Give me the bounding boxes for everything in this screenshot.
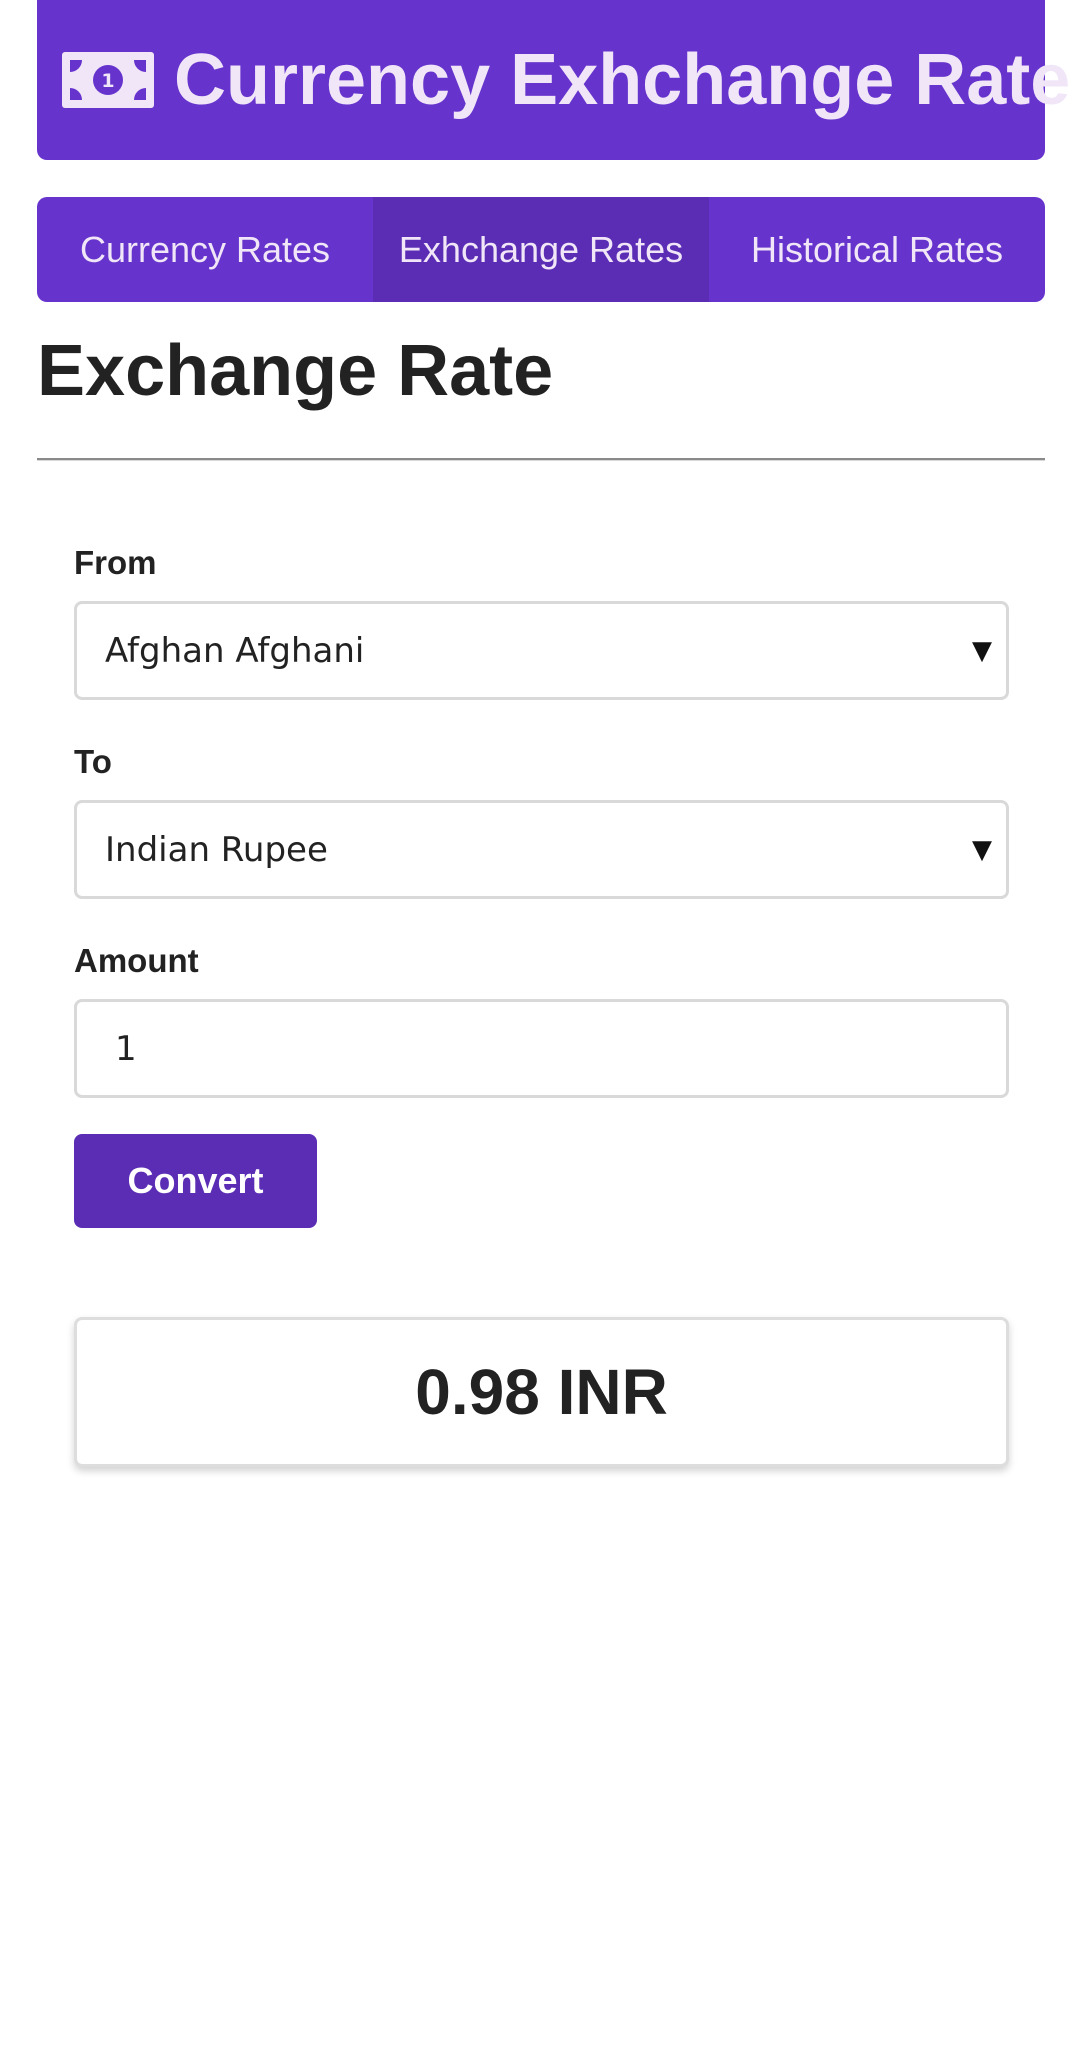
amount-label: Amount [74, 942, 199, 979]
to-currency-select[interactable]: Indian Rupee ▼ [74, 800, 1009, 899]
result-value: 0.98 INR [415, 1356, 668, 1428]
convert-button[interactable]: Convert [74, 1134, 317, 1228]
app-title: Currency Exhchange Rate [174, 40, 1071, 120]
tab-historical-rates[interactable]: Historical Rates [709, 197, 1045, 302]
from-currency-value: Afghan Afghani [105, 630, 365, 671]
amount-input[interactable]: 1 [74, 999, 1009, 1098]
dropdown-arrow-icon: ▼ [972, 635, 992, 666]
to-currency-value: Indian Rupee [105, 829, 328, 870]
to-label: To [74, 743, 112, 780]
tab-currency-rates[interactable]: Currency Rates [37, 197, 373, 302]
from-label: From [74, 544, 157, 581]
amount-value: 1 [115, 1028, 137, 1069]
tab-exchange-rates[interactable]: Exhchange Rates [373, 197, 709, 302]
money-bill-icon: 1 [62, 52, 154, 108]
svg-text:1: 1 [101, 70, 114, 92]
from-currency-select[interactable]: Afghan Afghani ▼ [74, 601, 1009, 700]
dropdown-arrow-icon: ▼ [972, 834, 992, 865]
page-title: Exchange Rate [37, 331, 554, 411]
app-header: 1 Currency Exhchange Rate [37, 0, 1070, 160]
conversion-result: 0.98 INR [74, 1317, 1009, 1467]
page: 1 Currency Exhchange Rate Currency Rates… [0, 0, 1079, 2068]
main-nav: Currency Rates Exhchange Rates Historica… [37, 197, 1045, 302]
divider [37, 458, 1045, 461]
